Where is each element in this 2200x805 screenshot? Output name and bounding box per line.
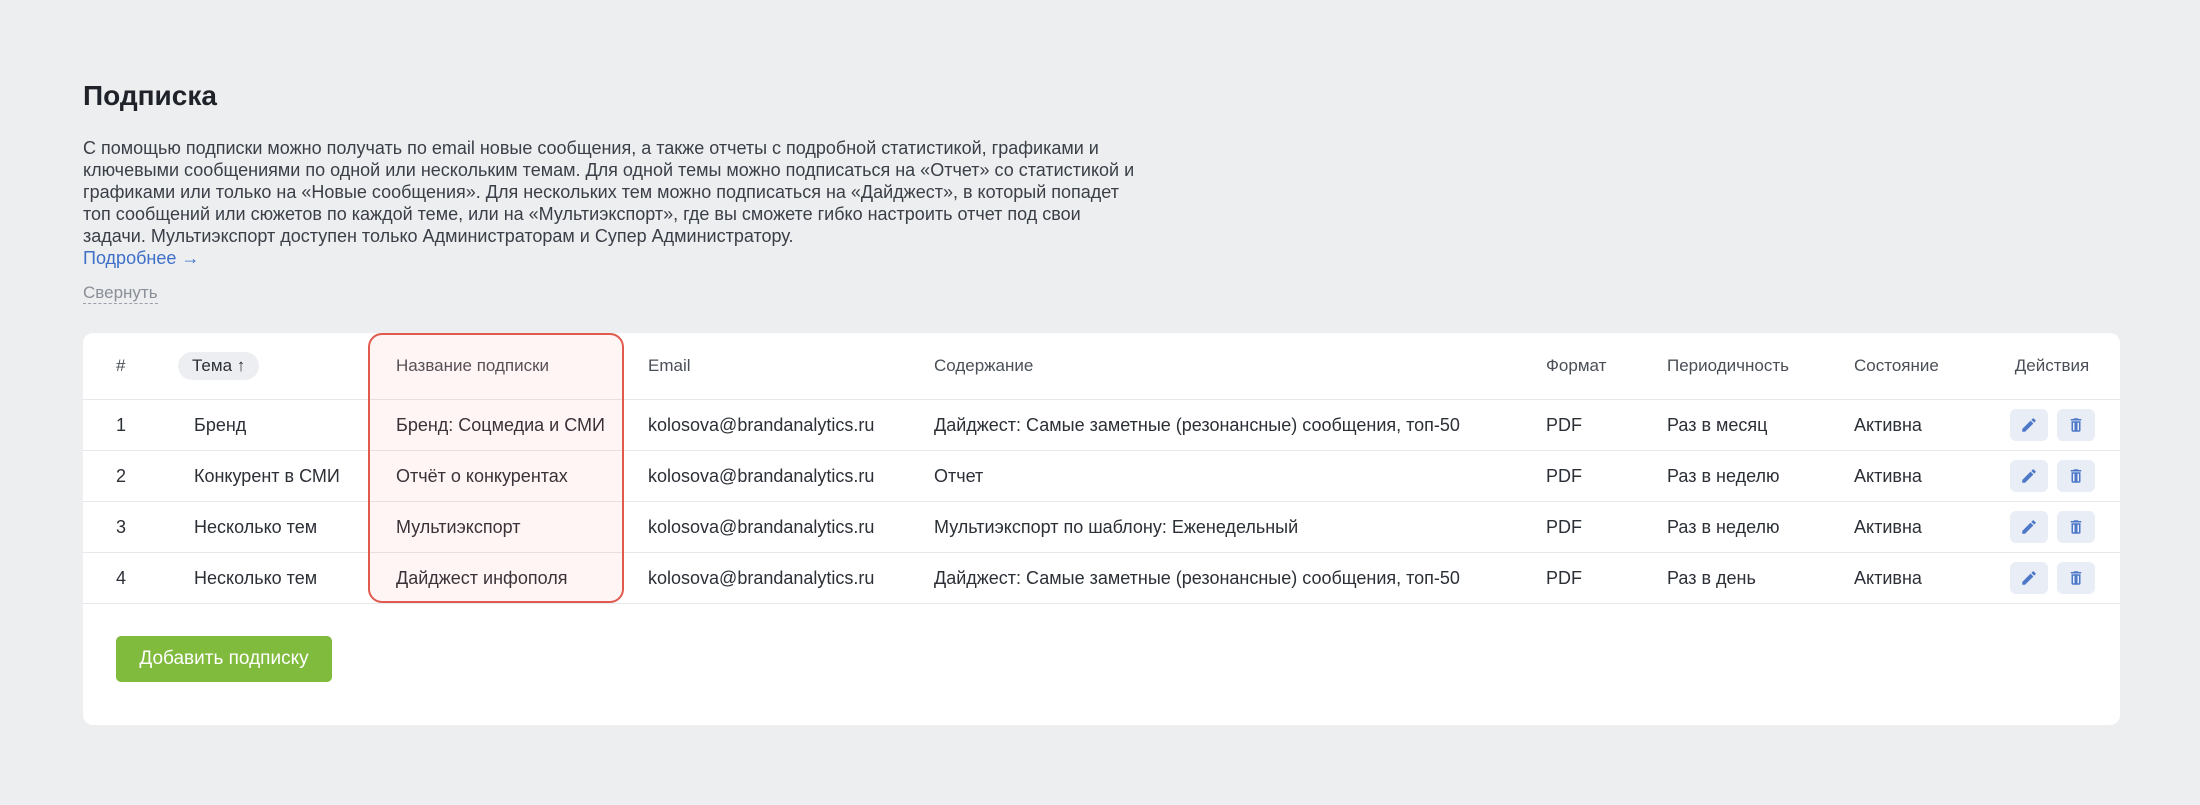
table-row: 3 Несколько тем Мультиэкспорт kolosova@b… bbox=[83, 501, 2120, 553]
row-actions bbox=[1984, 409, 2120, 441]
table-header-row: # Тема ↑ Название подписки Email Содержа… bbox=[83, 333, 2120, 400]
more-link[interactable]: Подробнее → bbox=[83, 248, 199, 269]
add-subscription-button[interactable]: Добавить подписку bbox=[116, 636, 332, 682]
cell-state: Активна bbox=[1854, 552, 1984, 604]
cell-theme: Конкурент в СМИ bbox=[180, 450, 382, 502]
cell-period: Раз в неделю bbox=[1667, 501, 1854, 553]
delete-button[interactable] bbox=[2056, 409, 2095, 441]
cell-actions bbox=[1984, 501, 2120, 553]
cell-content: Отчет bbox=[934, 450, 1546, 502]
header-content: Содержание bbox=[934, 333, 1546, 400]
cell-period: Раз в день bbox=[1667, 552, 1854, 604]
cell-actions bbox=[1984, 399, 2120, 451]
cell-actions bbox=[1984, 552, 2120, 604]
cell-theme-text: Несколько тем bbox=[194, 567, 318, 588]
delete-button[interactable] bbox=[2056, 562, 2095, 594]
cell-name-text: Дайджест инфополя bbox=[396, 567, 568, 588]
cell-format: PDF bbox=[1546, 501, 1667, 553]
pencil-icon bbox=[2021, 469, 2036, 483]
cell-name: Дайджест инфополя bbox=[382, 552, 648, 604]
cell-theme-text: Бренд bbox=[194, 414, 247, 435]
table-row: 2 Конкурент в СМИ Отчёт о конкурентах ko… bbox=[83, 450, 2120, 502]
cell-name: Мультиэкспорт bbox=[382, 501, 648, 553]
cell-theme-text: Конкурент в СМИ bbox=[194, 465, 340, 486]
cell-period: Раз в неделю bbox=[1667, 450, 1854, 502]
trash-icon bbox=[2070, 469, 2081, 483]
cell-format: PDF bbox=[1546, 399, 1667, 451]
cell-email: kolosova@brandanalytics.ru bbox=[648, 501, 934, 553]
cell-name: Отчёт о конкурентах bbox=[382, 450, 648, 502]
cell-content: Дайджест: Самые заметные (резонансные) с… bbox=[934, 399, 1546, 451]
cell-theme: Бренд bbox=[180, 399, 382, 451]
trash-icon bbox=[2070, 571, 2081, 585]
header-theme[interactable]: Тема ↑ bbox=[178, 333, 382, 400]
row-actions bbox=[1984, 562, 2120, 594]
trash-icon bbox=[2070, 418, 2081, 432]
header-num: # bbox=[83, 333, 180, 400]
cell-email: kolosova@brandanalytics.ru bbox=[648, 552, 934, 604]
cell-num: 2 bbox=[83, 450, 180, 502]
page-title: Подписка bbox=[83, 80, 217, 111]
header-email: Email bbox=[648, 333, 934, 400]
cell-name: Бренд: Соцмедиа и СМИ bbox=[382, 399, 648, 451]
edit-button[interactable] bbox=[2009, 562, 2048, 594]
cell-period: Раз в месяц bbox=[1667, 399, 1854, 451]
cell-email: kolosova@brandanalytics.ru bbox=[648, 399, 934, 451]
cell-name-text: Бренд: Соцмедиа и СМИ bbox=[396, 414, 605, 435]
cell-actions bbox=[1984, 450, 2120, 502]
cell-num: 4 bbox=[83, 552, 180, 604]
edit-button[interactable] bbox=[2009, 409, 2048, 441]
trash-icon bbox=[2070, 520, 2081, 534]
cell-name-text: Мультиэкспорт bbox=[396, 516, 521, 537]
delete-button[interactable] bbox=[2056, 511, 2095, 543]
cell-content: Дайджест: Самые заметные (резонансные) с… bbox=[934, 552, 1546, 604]
cell-num: 3 bbox=[83, 501, 180, 553]
pencil-icon bbox=[2021, 571, 2036, 585]
cell-state: Активна bbox=[1854, 399, 1984, 451]
cell-state: Активна bbox=[1854, 501, 1984, 553]
header-state: Состояние bbox=[1854, 333, 1984, 400]
cell-num: 1 bbox=[83, 399, 180, 451]
cell-format: PDF bbox=[1546, 450, 1667, 502]
pencil-icon bbox=[2021, 520, 2036, 534]
cell-name-text: Отчёт о конкурентах bbox=[396, 465, 568, 486]
sort-theme-button[interactable]: Тема ↑ bbox=[178, 352, 260, 380]
row-actions bbox=[1984, 460, 2120, 492]
cell-state: Активна bbox=[1854, 450, 1984, 502]
header-name: Название подписки bbox=[382, 333, 648, 400]
header-period: Периодичность bbox=[1667, 333, 1854, 400]
collapse-link[interactable]: Свернуть bbox=[83, 283, 158, 304]
subscriptions-table: # Тема ↑ Название подписки Email Содержа… bbox=[83, 333, 2120, 604]
cell-theme-text: Несколько тем bbox=[194, 516, 318, 537]
page-description: С помощью подписки можно получать по ema… bbox=[83, 138, 1135, 246]
cell-email: kolosova@brandanalytics.ru bbox=[648, 450, 934, 502]
cell-theme: Несколько тем bbox=[180, 501, 382, 553]
cell-content: Мультиэкспорт по шаблону: Еженедельный bbox=[934, 501, 1546, 553]
delete-button[interactable] bbox=[2056, 460, 2095, 492]
edit-button[interactable] bbox=[2009, 511, 2048, 543]
pencil-icon bbox=[2021, 418, 2036, 432]
header-format: Формат bbox=[1546, 333, 1667, 400]
table-row: 1 Бренд Бренд: Соцмедиа и СМИ kolosova@b… bbox=[83, 399, 2120, 451]
cell-format: PDF bbox=[1546, 552, 1667, 604]
header-name-label: Название подписки bbox=[396, 356, 550, 375]
edit-button[interactable] bbox=[2009, 460, 2048, 492]
subscriptions-card: # Тема ↑ Название подписки Email Содержа… bbox=[83, 333, 2120, 725]
row-actions bbox=[1984, 511, 2120, 543]
table-row: 4 Несколько тем Дайджест инфополя koloso… bbox=[83, 552, 2120, 604]
header-actions: Действия bbox=[1984, 333, 2120, 400]
cell-theme: Несколько тем bbox=[180, 552, 382, 604]
